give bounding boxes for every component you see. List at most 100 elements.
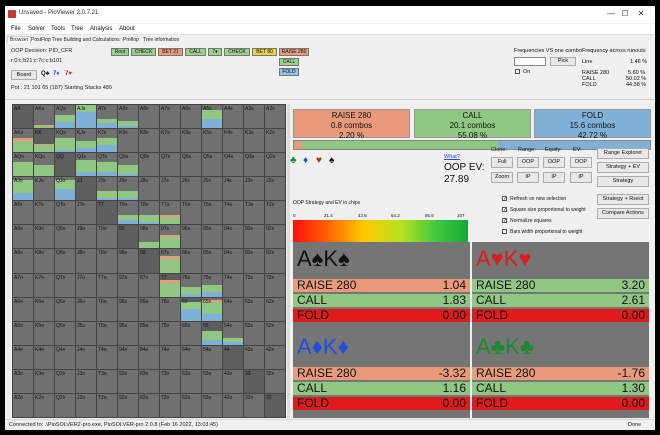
- hand-cell[interactable]: J4o: [76, 345, 96, 369]
- hand-cell[interactable]: 93o: [118, 369, 138, 393]
- menu-about[interactable]: About: [119, 26, 135, 32]
- pick-button[interactable]: Pick: [550, 57, 576, 66]
- strategy-ev-button[interactable]: Strategy + EV: [597, 162, 649, 173]
- hand-cell[interactable]: J4s: [223, 177, 243, 201]
- hand-cell[interactable]: 73o: [160, 369, 180, 393]
- combo-input[interactable]: [514, 57, 546, 66]
- hand-cell[interactable]: J2s: [265, 177, 285, 201]
- hand-cell[interactable]: JJ: [76, 177, 96, 201]
- hand-cell[interactable]: 94o: [118, 345, 138, 369]
- hand-cell[interactable]: A2o: [13, 393, 33, 417]
- hand-cell[interactable]: 43s: [244, 345, 264, 369]
- hand-cell[interactable]: J3s: [244, 177, 264, 201]
- hand-cell[interactable]: 92s: [265, 225, 285, 249]
- hand-cell[interactable]: Q6o: [55, 297, 75, 321]
- hand-cell[interactable]: Q9s: [118, 153, 138, 177]
- hand-cell[interactable]: QJo: [55, 177, 75, 201]
- hand-cell[interactable]: 85s: [202, 249, 222, 273]
- hand-cell[interactable]: 74s: [223, 273, 243, 297]
- hand-cell[interactable]: J7s: [160, 177, 180, 201]
- hand-cell[interactable]: 44: [223, 345, 243, 369]
- hand-cell[interactable]: K5o: [34, 321, 54, 345]
- hand-cell[interactable]: 64o: [181, 345, 201, 369]
- hand-cell[interactable]: J8s: [139, 177, 159, 201]
- hand-cell[interactable]: 52s: [265, 321, 285, 345]
- hand-cell[interactable]: J7o: [76, 273, 96, 297]
- hand-cell[interactable]: T8o: [97, 249, 117, 273]
- range-oop-button[interactable]: OOP: [517, 157, 539, 168]
- equity-oop-button[interactable]: OOP: [543, 157, 565, 168]
- action-chip[interactable]: 7♦: [208, 48, 222, 56]
- range-explorer-button[interactable]: Range Explorer: [597, 148, 649, 159]
- hand-cell[interactable]: J8o: [76, 249, 96, 273]
- action-chip[interactable]: Root: [111, 48, 129, 56]
- hand-cell[interactable]: Q7s: [160, 153, 180, 177]
- hand-cell[interactable]: AA: [13, 105, 33, 129]
- hand-cell[interactable]: 76o: [160, 297, 180, 321]
- action-chip[interactable]: BET 21: [158, 48, 183, 56]
- board-button[interactable]: Board: [11, 70, 37, 80]
- on-checkbox[interactable]: [515, 69, 520, 74]
- hand-cell[interactable]: K4o: [34, 345, 54, 369]
- hand-cell[interactable]: Q9o: [55, 225, 75, 249]
- hand-cell[interactable]: 73s: [244, 273, 264, 297]
- maximize-button[interactable]: ☐: [619, 9, 631, 19]
- hand-cell[interactable]: T2s: [265, 201, 285, 225]
- action-chip[interactable]: CHECK: [131, 48, 156, 56]
- hand-cell[interactable]: AQo: [13, 153, 33, 177]
- hand-cell[interactable]: KQo: [34, 153, 54, 177]
- hand-cell[interactable]: Q4s: [223, 153, 243, 177]
- menu-analysis[interactable]: Analysis: [90, 26, 112, 32]
- hand-cell[interactable]: Q2s: [265, 153, 285, 177]
- hand-cell[interactable]: Q2o: [55, 393, 75, 417]
- hand-cell[interactable]: 42o: [223, 393, 243, 417]
- hand-cell[interactable]: T9o: [97, 225, 117, 249]
- hand-cell[interactable]: T7s: [160, 201, 180, 225]
- action-chip[interactable]: BET 80: [252, 48, 277, 56]
- hand-cell[interactable]: 97o: [118, 273, 138, 297]
- hand-cell[interactable]: K6s: [181, 129, 201, 153]
- action-option-chip[interactable]: FOLD: [279, 68, 299, 76]
- hand-cell[interactable]: A4s: [223, 105, 243, 129]
- hand-cell[interactable]: A9s: [118, 105, 138, 129]
- hand-cell[interactable]: QTs: [97, 153, 117, 177]
- hand-cell[interactable]: J2o: [76, 393, 96, 417]
- hand-cell[interactable]: QJs: [76, 153, 96, 177]
- hand-cell[interactable]: 87s: [160, 249, 180, 273]
- hand-cell[interactable]: JTs: [97, 177, 117, 201]
- hand-cell[interactable]: Q5o: [55, 321, 75, 345]
- hand-cell[interactable]: T4s: [223, 201, 243, 225]
- hand-cell[interactable]: A2s: [265, 105, 285, 129]
- hand-cell[interactable]: 64s: [223, 297, 243, 321]
- zoom-button[interactable]: Zoom: [491, 172, 513, 183]
- hand-cell[interactable]: K9s: [118, 129, 138, 153]
- hand-cell[interactable]: Q5s: [202, 153, 222, 177]
- hand-cell[interactable]: Q4o: [55, 345, 75, 369]
- action-option-chip[interactable]: CALL: [279, 58, 299, 66]
- tab-browser[interactable]: Browser: [7, 36, 32, 43]
- diamonds-filter-icon[interactable]: ♦: [303, 156, 308, 166]
- hand-cell[interactable]: 62o: [181, 393, 201, 417]
- hand-cell[interactable]: T8s: [139, 201, 159, 225]
- hearts-filter-icon[interactable]: ♥: [316, 156, 322, 166]
- hand-cell[interactable]: K3s: [244, 129, 264, 153]
- hand-cell[interactable]: 53o: [202, 369, 222, 393]
- hand-cell[interactable]: T6o: [97, 297, 117, 321]
- hand-cell[interactable]: 87o: [139, 273, 159, 297]
- clubs-filter-icon[interactable]: ♣: [290, 156, 297, 166]
- hand-cell[interactable]: Q8s: [139, 153, 159, 177]
- menu-tools[interactable]: Tools: [51, 26, 65, 32]
- hand-cell[interactable]: A3s: [244, 105, 264, 129]
- refresh-checkbox[interactable]: ✓: [502, 196, 507, 202]
- tab-preflop[interactable]: Preflop: [123, 37, 139, 43]
- hand-cell[interactable]: ATs: [97, 105, 117, 129]
- hand-cell[interactable]: 54s: [223, 321, 243, 345]
- hand-cell[interactable]: T3o: [97, 369, 117, 393]
- ev-oop-button[interactable]: OOP: [570, 157, 592, 168]
- spades-filter-icon[interactable]: ♠: [329, 156, 334, 166]
- hand-cell[interactable]: K2s: [265, 129, 285, 153]
- square-size-checkbox[interactable]: ✓: [502, 207, 507, 213]
- normalize-checkbox[interactable]: ✓: [502, 218, 507, 224]
- hand-cell[interactable]: 82o: [139, 393, 159, 417]
- hand-cell[interactable]: A7o: [13, 273, 33, 297]
